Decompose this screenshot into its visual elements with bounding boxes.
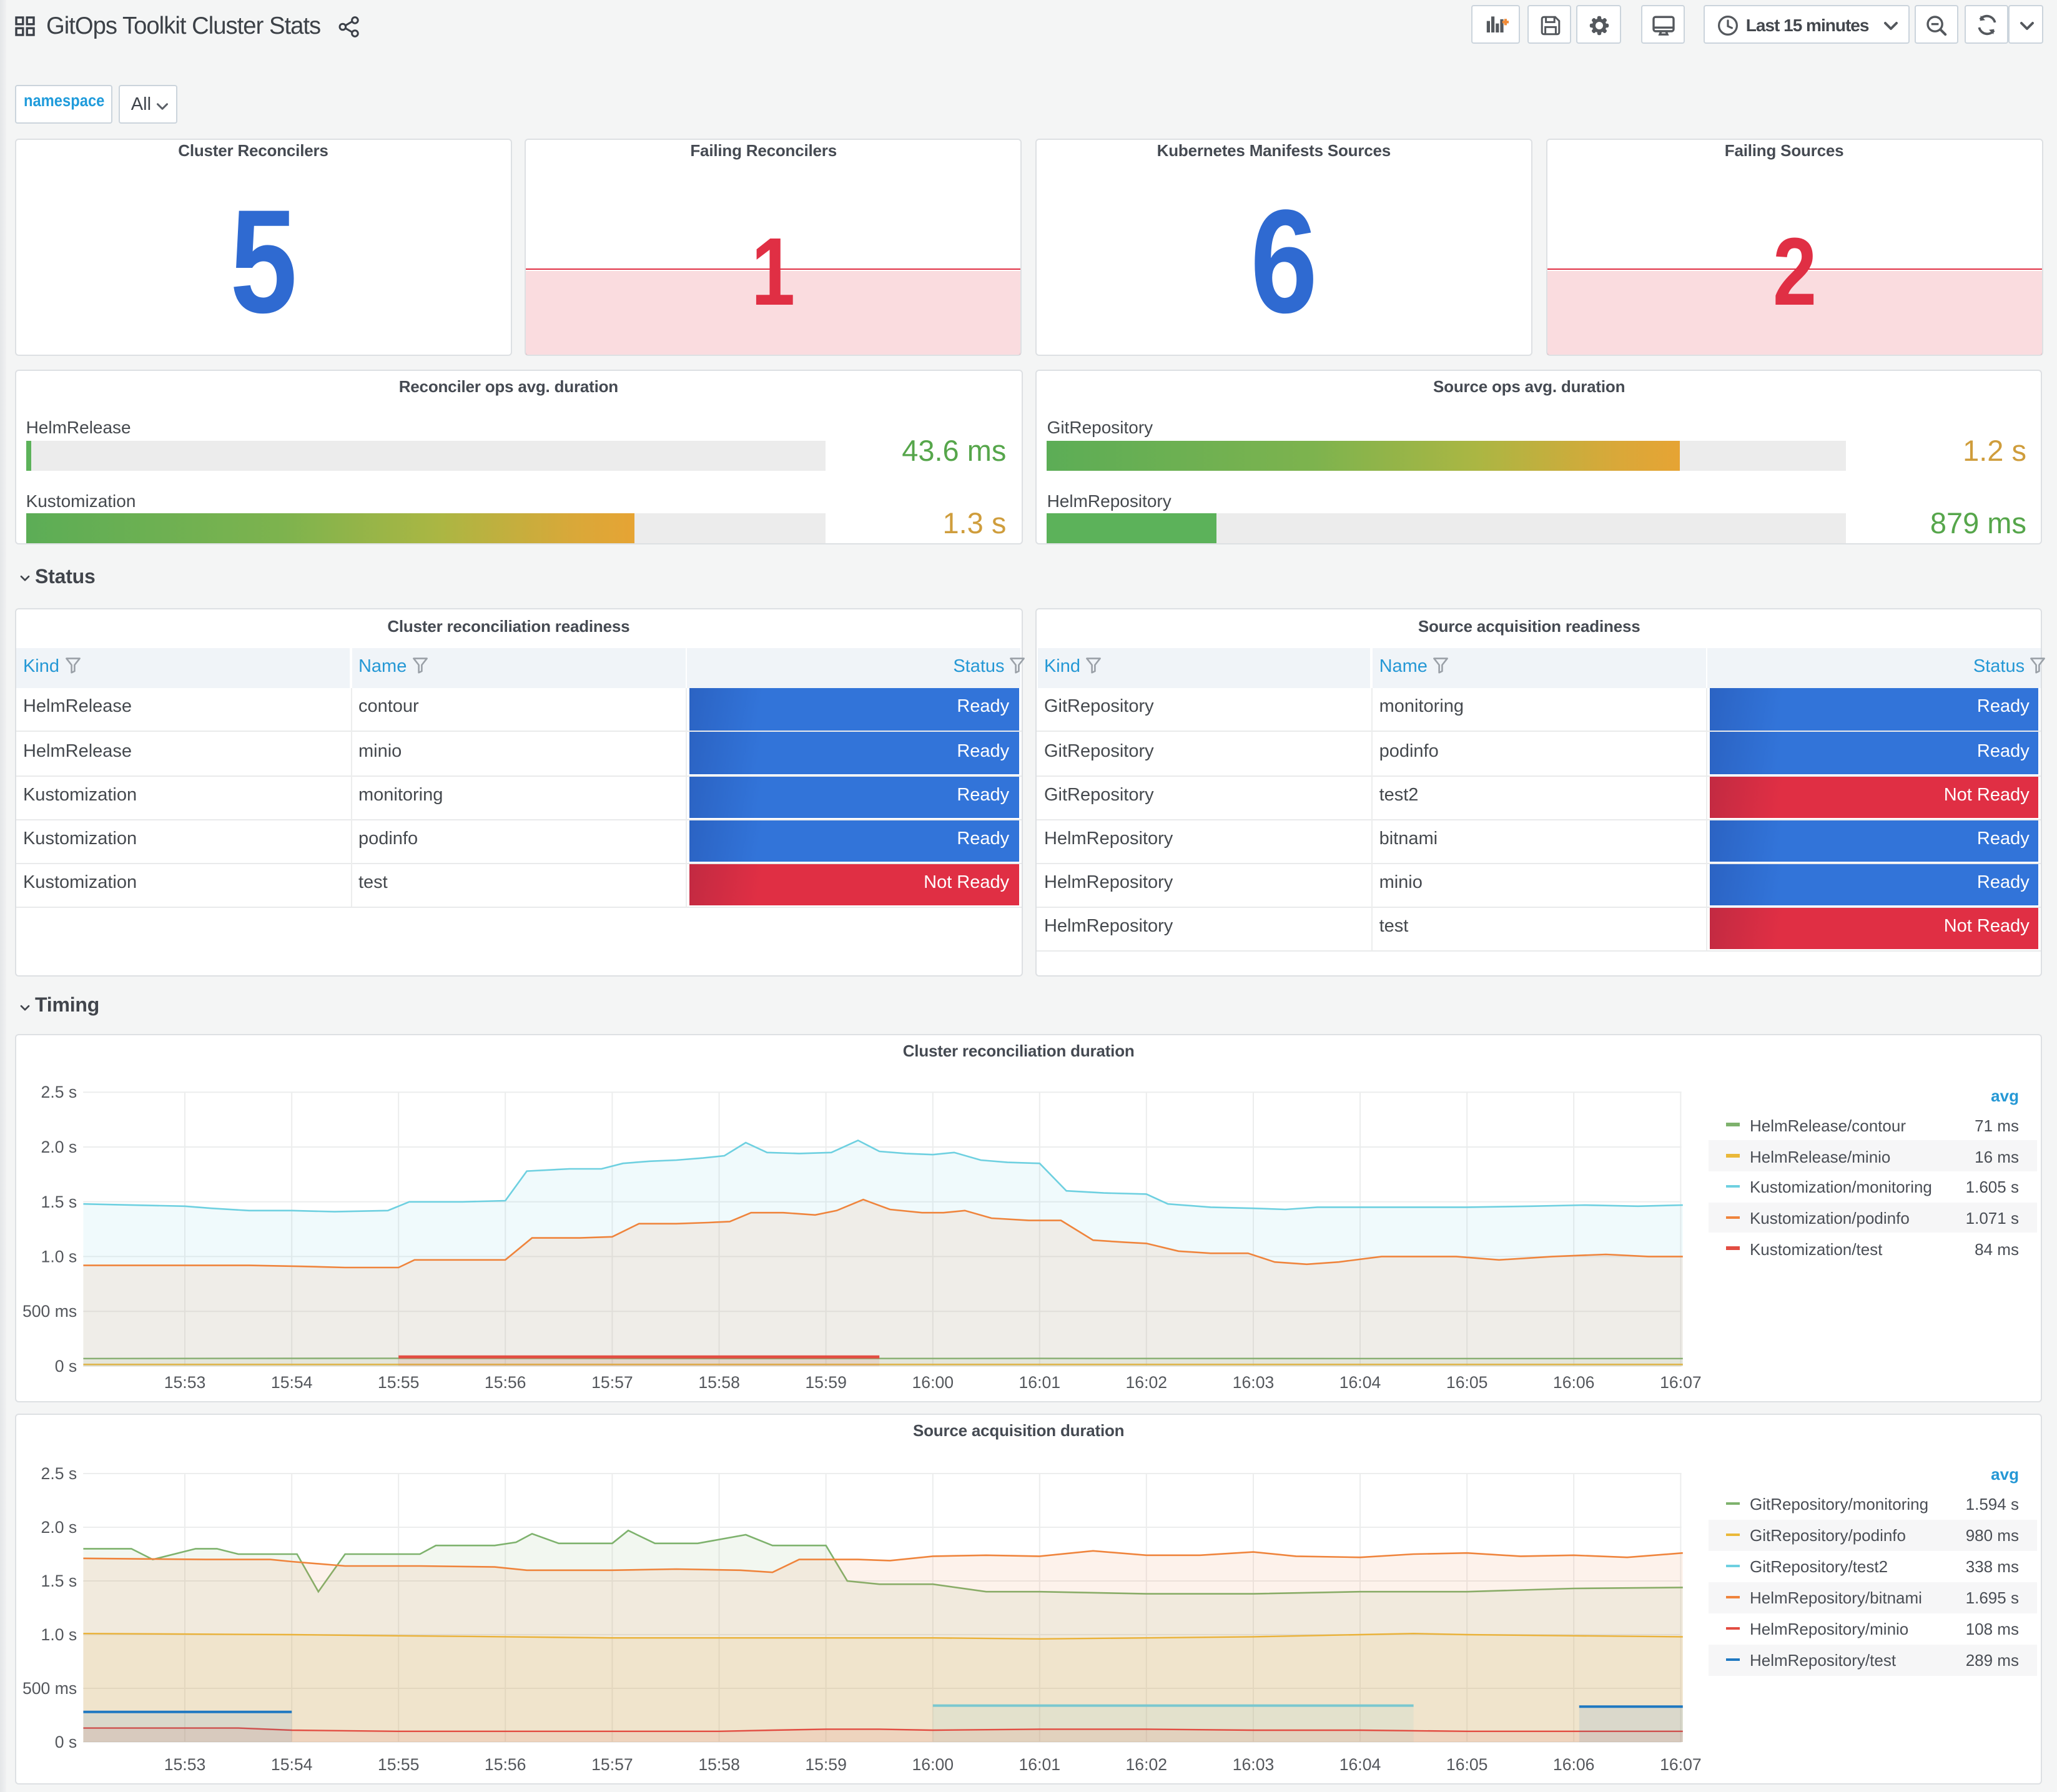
svg-text:16:07: 16:07 — [1659, 1373, 1701, 1392]
svg-text:15:57: 15:57 — [591, 1373, 633, 1392]
svg-text:16:03: 16:03 — [1232, 1373, 1274, 1392]
svg-text:16:02: 16:02 — [1125, 1373, 1167, 1392]
svg-text:500 ms: 500 ms — [22, 1302, 76, 1321]
svg-text:15:58: 15:58 — [698, 1373, 740, 1392]
svg-text:16:00: 16:00 — [912, 1755, 954, 1774]
svg-text:16:00: 16:00 — [912, 1373, 954, 1392]
svg-text:2.0 s: 2.0 s — [41, 1518, 77, 1537]
svg-text:16:04: 16:04 — [1339, 1755, 1381, 1774]
svg-text:15:56: 15:56 — [484, 1373, 526, 1392]
svg-text:15:54: 15:54 — [270, 1373, 312, 1392]
svg-text:15:54: 15:54 — [270, 1755, 312, 1774]
svg-text:0 s: 0 s — [54, 1357, 76, 1376]
svg-text:15:59: 15:59 — [805, 1755, 847, 1774]
svg-text:15:57: 15:57 — [591, 1755, 633, 1774]
svg-text:2.5 s: 2.5 s — [41, 1464, 77, 1483]
svg-text:16:03: 16:03 — [1232, 1755, 1274, 1774]
svg-text:16:04: 16:04 — [1339, 1373, 1381, 1392]
svg-text:15:58: 15:58 — [698, 1755, 740, 1774]
svg-text:15:55: 15:55 — [377, 1373, 419, 1392]
svg-text:1.5 s: 1.5 s — [41, 1572, 77, 1590]
svg-text:16:01: 16:01 — [1019, 1755, 1060, 1774]
svg-text:15:59: 15:59 — [805, 1373, 847, 1392]
svg-text:16:02: 16:02 — [1125, 1755, 1167, 1774]
svg-text:1.0 s: 1.0 s — [41, 1247, 77, 1266]
svg-text:1.0 s: 1.0 s — [41, 1625, 77, 1644]
svg-text:16:07: 16:07 — [1659, 1755, 1701, 1774]
svg-text:16:06: 16:06 — [1552, 1373, 1594, 1392]
svg-text:2.0 s: 2.0 s — [41, 1138, 77, 1156]
svg-text:15:55: 15:55 — [377, 1755, 419, 1774]
svg-text:16:06: 16:06 — [1552, 1755, 1594, 1774]
svg-text:15:53: 15:53 — [164, 1373, 205, 1392]
svg-text:15:56: 15:56 — [484, 1755, 526, 1774]
svg-text:16:05: 16:05 — [1446, 1755, 1487, 1774]
svg-text:15:53: 15:53 — [164, 1755, 205, 1774]
svg-text:16:01: 16:01 — [1019, 1373, 1060, 1392]
svg-text:1.5 s: 1.5 s — [41, 1193, 77, 1211]
svg-text:0 s: 0 s — [54, 1733, 76, 1751]
svg-text:500 ms: 500 ms — [22, 1679, 76, 1698]
svg-text:2.5 s: 2.5 s — [41, 1083, 77, 1101]
svg-text:16:05: 16:05 — [1446, 1373, 1487, 1392]
